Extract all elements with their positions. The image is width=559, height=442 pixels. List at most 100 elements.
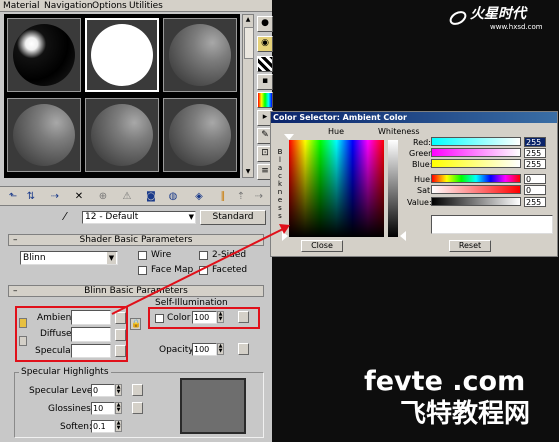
opacity-map-button[interactable] [238,343,249,355]
fevte-chinese-watermark: 飞特教程网 [400,399,531,429]
rollout-title: Blinn Basic Parameters [84,286,188,296]
face-map-checkbox[interactable] [138,266,147,275]
blackness-arrow-icon[interactable] [282,231,288,241]
two-sided-label: 2-Sided [212,250,247,260]
hxsd-logo: 火星时代 www.hxsd.com [448,6,556,32]
sample-uv-tiling-icon[interactable]: ▪ [257,74,273,90]
hue-value-label: Hue: [414,175,433,184]
blue-label: Blue: [412,160,433,169]
lock-icon[interactable]: 🔒 [130,318,141,330]
red-slider[interactable] [431,137,521,146]
put-to-scene-icon[interactable]: ⇅ [24,190,38,203]
material-type-button[interactable]: Standard [200,210,266,225]
menu-bar: Material Navigation Options Utilities [0,0,272,12]
sample-slot-4[interactable] [7,98,81,172]
opacity-spinner[interactable]: ▲ ▼ [217,343,224,355]
make-unique-icon[interactable]: ⚠ [120,190,134,203]
material-name-text: 12 - Default [85,212,139,222]
specular-highlights-title: Specular Highlights [19,367,111,378]
value-value-field[interactable]: 255 [524,197,546,207]
get-material-icon[interactable]: ⬑ [6,190,20,203]
sample-type-icon[interactable]: ● [257,16,273,32]
blackness-label: Blackness [277,148,283,220]
logo-url-text: www.hxsd.com [490,23,543,31]
close-button[interactable]: Close [301,240,343,252]
sample-slot-3[interactable] [163,18,237,92]
shader-type-dropdown[interactable]: Blinn ▼ [20,251,118,265]
opacity-value-field[interactable]: 100 [192,343,217,356]
slots-scrollbar[interactable]: ▲ ▼ [242,14,254,178]
reset-button[interactable]: Reset [449,240,491,252]
menu-utilities[interactable]: Utilities [129,0,163,12]
annotation-highlight-box [15,306,128,362]
soften-field[interactable]: 0.1 [91,420,115,433]
material-sphere [169,24,231,86]
menu-options[interactable]: Options [92,0,127,12]
glossiness-map-button[interactable] [132,402,143,414]
soften-spinner[interactable]: ▲ ▼ [115,420,122,432]
reset-map-icon[interactable]: ✕ [72,190,86,203]
red-label: Red: [413,138,431,147]
sample-slot-5[interactable] [85,98,159,172]
scroll-thumb[interactable] [244,27,254,59]
scroll-down-arrow-icon[interactable]: ▼ [244,168,252,176]
value-label: Value: [407,198,432,207]
assign-to-selection-icon[interactable]: ⇢ [48,190,62,203]
material-sphere [91,24,153,86]
material-name-field[interactable]: 12 - Default ▼ [82,211,196,224]
sample-slot-2[interactable] [85,18,159,92]
sample-slot-1[interactable] [7,18,81,92]
sample-slot-6[interactable] [163,98,237,172]
hue-value-field[interactable]: 0 [524,174,546,184]
blinn-basic-parameters-header[interactable]: – Blinn Basic Parameters [8,285,264,297]
specular-level-label: Specular Level: [29,386,98,396]
soften-label: Soften: [60,422,93,432]
two-sided-checkbox[interactable] [199,251,208,260]
video-color-check-icon[interactable] [257,92,273,108]
whiteness-strip[interactable] [388,140,398,237]
whiteness-arrow-icon[interactable] [400,231,406,241]
specular-level-field[interactable]: 0 [91,384,115,397]
hue-slider[interactable] [431,174,521,183]
opacity-label: Opacity: [159,345,196,355]
chevron-down-icon[interactable]: ▼ [107,252,116,264]
logo-swirl-icon [449,11,467,25]
specular-level-map-button[interactable] [132,384,143,396]
sat-value-field[interactable]: 0 [524,185,546,195]
collapse-icon: – [13,286,18,296]
green-slider[interactable] [431,148,521,157]
blue-value-field[interactable]: 255 [524,159,546,169]
make-copy-icon[interactable]: ⊕ [96,190,110,203]
chevron-down-icon[interactable]: ▼ [189,212,194,223]
dialog-title-bar[interactable]: Color Selector: Ambient Color [271,112,557,123]
collapse-icon: – [13,235,18,245]
go-forward-to-sibling-icon[interactable]: ⇢ [252,190,266,203]
background-icon[interactable] [257,56,273,72]
show-end-result-icon[interactable]: ∥ [216,190,230,203]
hue-label: Hue [328,127,345,136]
material-sphere [91,104,153,166]
glossiness-field[interactable]: 10 [91,402,115,415]
blue-slider[interactable] [431,159,521,168]
put-to-library-icon[interactable]: ◙ [144,190,158,203]
wire-label: Wire [151,250,172,260]
go-to-parent-icon[interactable]: ⇡ [234,190,248,203]
wire-checkbox[interactable] [138,251,147,260]
faceted-checkbox[interactable] [199,266,208,275]
shader-basic-parameters-header[interactable]: – Shader Basic Parameters [8,234,264,246]
glossiness-spinner[interactable]: ▲ ▼ [115,402,122,414]
scroll-up-arrow-icon[interactable]: ▲ [244,16,252,24]
sat-slider[interactable] [431,185,521,194]
value-slider[interactable] [431,197,521,206]
backlight-icon[interactable]: ◉ [257,36,273,52]
green-value-field[interactable]: 255 [524,148,546,158]
menu-navigation[interactable]: Navigation [44,0,93,12]
menu-material[interactable]: Material [3,0,40,12]
hue-blackness-palette[interactable] [289,140,384,237]
logo-chinese-text: 火星时代 [470,6,526,22]
specular-level-spinner[interactable]: ▲ ▼ [115,384,122,396]
material-effects-channel-icon[interactable]: ◍ [166,190,180,203]
pick-material-eyedropper-icon[interactable]: ⁄ [64,211,76,223]
show-map-in-viewport-icon[interactable]: ◈ [192,190,206,203]
red-value-field[interactable]: 255 [524,137,546,147]
